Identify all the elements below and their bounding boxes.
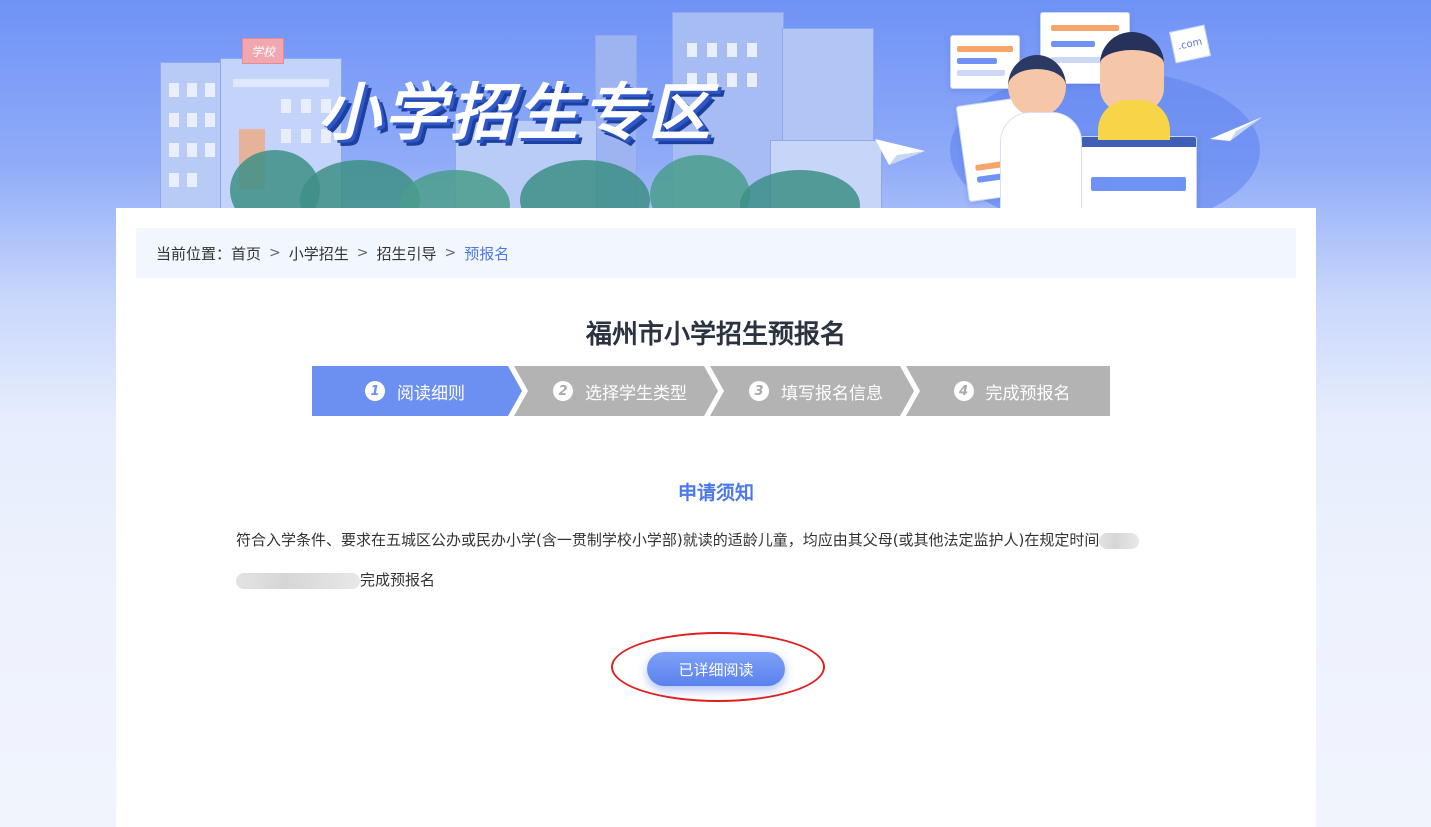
browser-card-icon (1080, 136, 1197, 208)
header-banner: 学校 小学招生专区 .com (0, 0, 1431, 208)
step-select-student-type: 2 选择学生类型 (522, 366, 718, 416)
notice-text-part1: 符合入学条件、要求在五城区公办或民办小学(含一贯制学校小学部)就读的适龄儿童，均… (236, 531, 1100, 549)
paper-plane-icon (875, 139, 925, 165)
paper-plane-icon (1210, 117, 1262, 141)
step-number: 4 (953, 381, 974, 401)
notice-text: 符合入学条件、要求在五城区公办或民办小学(含一贯制学校小学部)就读的适龄儿童，均… (236, 520, 1196, 600)
breadcrumb-prefix: 当前位置： (156, 244, 232, 263)
step-label: 阅读细则 (397, 383, 465, 404)
step-label: 完成预报名 (985, 383, 1071, 404)
chevron-right-icon: > (269, 245, 281, 261)
step-label: 填写报名信息 (781, 383, 883, 404)
banner-title: 小学招生专区 (318, 76, 715, 149)
breadcrumb-item-enrollment-guide[interactable]: 招生引导 (377, 243, 437, 264)
breadcrumb-item-primary-enrollment[interactable]: 小学招生 (289, 243, 349, 264)
redacted-text (236, 572, 360, 589)
page-title: 福州市小学招生预报名 (585, 320, 846, 350)
step-label: 选择学生类型 (585, 383, 687, 404)
step-progress: 1 阅读细则 2 选择学生类型 3 填写报名信息 4 完成预报名 (312, 366, 1110, 416)
redacted-text (1099, 532, 1140, 549)
chevron-right-icon: > (356, 245, 369, 261)
step-number: 3 (749, 381, 769, 401)
school-sign: 学校 (242, 38, 284, 64)
web-cube-icon: .com (1169, 24, 1211, 64)
breadcrumb-item-current: 预报名 (464, 244, 510, 263)
breadcrumb-item-home[interactable]: 首页 (231, 243, 261, 264)
confirm-read-button[interactable]: 已详细阅读 (647, 652, 785, 686)
chevron-right-icon: > (444, 245, 457, 261)
step-complete: 4 完成预报名 (914, 366, 1110, 416)
step-number: 2 (553, 381, 573, 401)
girl-shirt (1098, 100, 1170, 140)
step-fill-info: 3 填写报名信息 (718, 366, 914, 416)
main-panel: 当前位置： 首页 > 小学招生 > 招生引导 > 预报名 福州市小学招生预报名 … (116, 208, 1316, 827)
step-read-rules: 1 阅读细则 (312, 366, 518, 416)
breadcrumb: 当前位置： 首页 > 小学招生 > 招生引导 > 预报名 (136, 228, 1296, 278)
boy-shirt (1000, 112, 1082, 208)
notice-title: 申请须知 (677, 482, 754, 504)
building-illustration (160, 62, 222, 208)
boy-figure-icon (1008, 55, 1066, 117)
notice-text-part2: 完成预报名 (360, 571, 436, 589)
step-number: 1 (365, 381, 385, 401)
